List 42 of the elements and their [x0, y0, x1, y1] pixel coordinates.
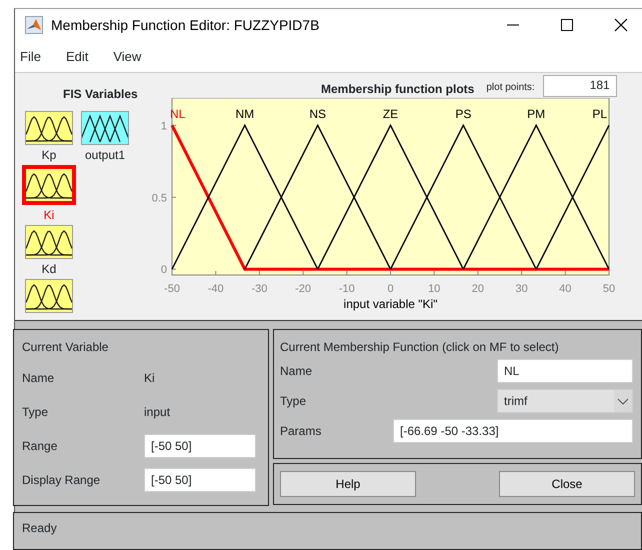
field-value: input	[144, 404, 170, 421]
variable-label: output1	[84, 147, 126, 164]
tick-label: -50	[164, 283, 180, 295]
window-title: Membership Function Editor: FUZZYPID7B	[51, 16, 320, 35]
tick-label: -20	[295, 283, 312, 295]
tick-label: -30	[251, 283, 268, 295]
tick-label: 30	[515, 283, 528, 295]
tick-label: 0	[387, 283, 394, 295]
variable-label: Kp	[42, 147, 56, 164]
variable-label: Kd	[42, 261, 56, 278]
panel-title: FIS Variables	[63, 86, 139, 103]
curve-label: NS	[309, 107, 326, 121]
chart-title: Membership function plots	[321, 81, 474, 98]
curve-label: NL	[170, 107, 186, 121]
field-label: Name	[22, 370, 56, 387]
curve-label: PM	[527, 107, 546, 121]
field-label: Name	[280, 363, 312, 380]
status-text: Ready	[22, 521, 57, 535]
curve-label: NM	[236, 107, 254, 121]
field-label: Range	[22, 438, 58, 455]
tick-label: -10	[338, 283, 355, 295]
tick-label: 50	[602, 283, 616, 295]
field-value: Ki	[144, 370, 155, 387]
field-label: Display Range	[22, 472, 102, 489]
panel-title: Current Variable	[22, 339, 110, 356]
panel-title: Current Membership Function (click on MF to select)	[280, 339, 560, 356]
tick-label: 40	[559, 283, 572, 295]
variable-label: Ki	[44, 207, 54, 224]
field-label: plot points:	[486, 81, 535, 95]
curve-label: PL	[592, 107, 607, 121]
tick-label: 10	[428, 283, 440, 295]
field-label: Type	[22, 404, 50, 421]
tick-label: 20	[472, 283, 484, 295]
tick-label: 1	[160, 120, 167, 132]
tick-label: 0.5	[152, 192, 167, 204]
tick-label: 0	[160, 264, 167, 276]
tick-label: -40	[208, 283, 224, 295]
field-label: Params	[280, 423, 322, 440]
field-label: Type	[280, 393, 306, 410]
axis-label: input variable "Ki"	[344, 297, 438, 311]
curve-label: ZE	[382, 107, 398, 121]
curve-label: PS	[455, 107, 472, 121]
